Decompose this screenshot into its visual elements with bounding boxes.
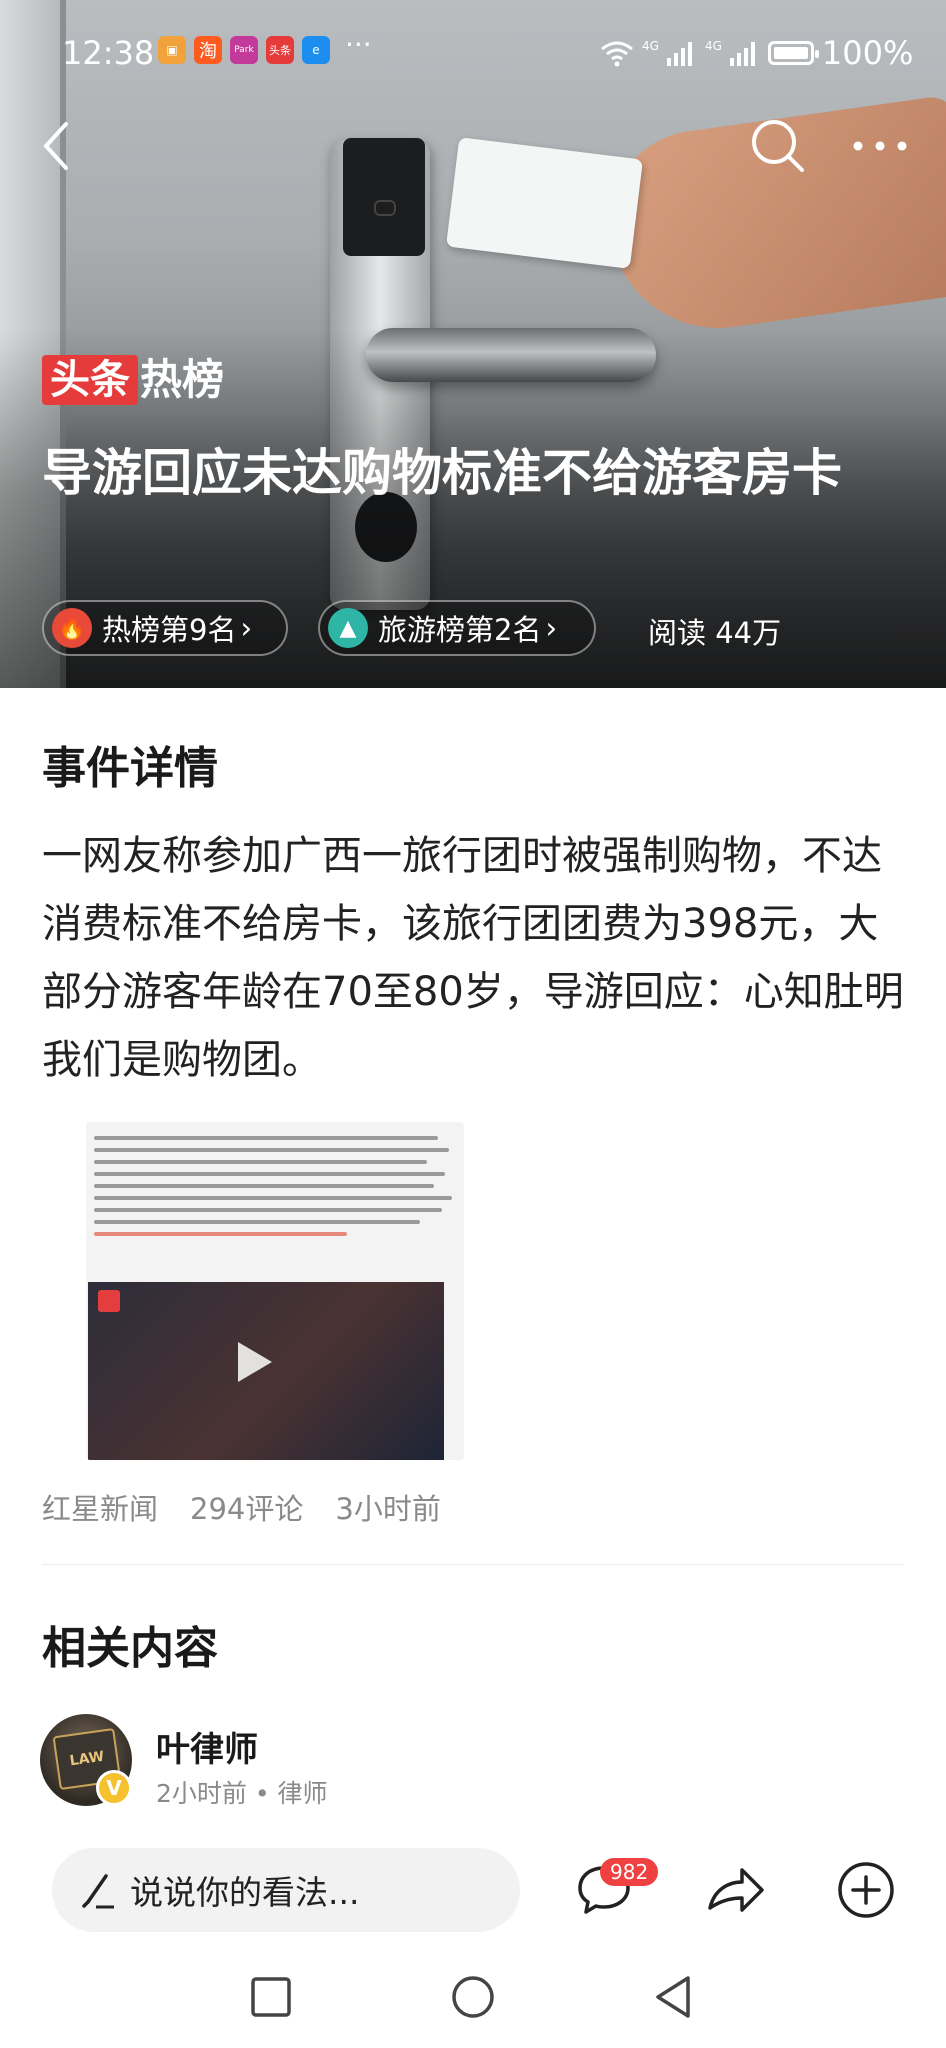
park-app-icon: Park (230, 36, 258, 64)
search-icon[interactable] (748, 116, 808, 176)
toutiao-app-icon: 头条 (266, 36, 294, 64)
thumbnail-article-text (86, 1122, 464, 1282)
comment-count-badge: 982 (600, 1858, 659, 1886)
hero-key-card (445, 137, 644, 269)
related-section-title: 相关内容 (42, 1623, 218, 1674)
comment-count[interactable]: 294评论 (190, 1486, 303, 1528)
read-count: 阅读 44万 (648, 616, 782, 650)
hot-rank-pill[interactable]: 🔥 热榜第9名 › (42, 600, 288, 656)
more-dots-icon[interactable] (852, 138, 908, 154)
hot-rank-label: 热榜第9名 (102, 613, 237, 647)
hero-lock-led (374, 200, 396, 216)
system-nav-bar (0, 1952, 946, 2048)
video-source-logo (98, 1290, 120, 1312)
browser-app-icon: e (302, 36, 330, 64)
details-text: 一网友称参加广西一旅行团时被强制购物，不达消费标准不给房卡，该旅行团团费为398… (42, 833, 904, 1083)
network-label-2: 4G (704, 39, 722, 53)
publish-time: 3小时前 (335, 1492, 441, 1526)
news-source[interactable]: 红星新闻 (42, 1486, 158, 1528)
signal-icon-1 (666, 42, 692, 66)
article-meta: 红星新闻 294评论 3小时前 (42, 1486, 441, 1528)
section-divider (42, 1564, 904, 1565)
details-section-title: 事件详情 (42, 743, 218, 794)
travel-rank-pill[interactable]: ▲ 旅游榜第2名 › (318, 600, 596, 656)
signal-icon-2 (729, 42, 755, 66)
hero-banner: 12:38 ▣ 淘 Park 头条 e ··· 4G 4G 100% 头条 热榜… (0, 0, 946, 688)
hero-title: 导游回应未达购物标准不给游客房卡 (42, 444, 842, 502)
taobao-app-icon: 淘 (194, 36, 222, 64)
wifi-icon (601, 41, 633, 67)
battery-percent: 100% (821, 34, 914, 72)
verified-badge-icon: V (96, 1770, 132, 1806)
flame-icon: 🔥 (52, 608, 92, 648)
author-meta: 2小时前 • 律师 (156, 1779, 328, 1808)
status-more-icon: ··· (345, 28, 372, 61)
hot-list-label: 热榜 (140, 355, 225, 404)
add-icon[interactable] (836, 1860, 896, 1920)
status-time: 12:38 (62, 34, 155, 72)
hero-lock-reader (343, 138, 425, 256)
recents-square-icon[interactable] (250, 1976, 292, 2018)
comment-input[interactable]: 说说你的看法... (52, 1848, 520, 1932)
notification-app-icon: ▣ (158, 36, 186, 64)
news-thumbnail[interactable] (86, 1122, 464, 1460)
back-chevron-icon[interactable] (36, 118, 76, 174)
play-icon[interactable] (238, 1342, 272, 1382)
toutiao-badge: 头条 (42, 355, 138, 405)
status-app-icons: ▣ 淘 Park 头条 e (158, 36, 330, 64)
comment-placeholder: 说说你的看法... (130, 1873, 360, 1912)
battery-icon (767, 41, 819, 65)
thumbnail-video[interactable] (88, 1282, 444, 1460)
status-right-group: 4G 4G 100% (600, 34, 913, 72)
pencil-icon (82, 1874, 114, 1909)
mountain-icon: ▲ (328, 608, 368, 648)
chevron-right-icon: › (240, 611, 253, 645)
chevron-right-icon: › (545, 611, 558, 645)
author-name[interactable]: 叶律师 (156, 1722, 258, 1771)
share-icon[interactable] (704, 1860, 768, 1920)
back-triangle-icon[interactable] (652, 1974, 694, 2020)
network-label-1: 4G (642, 39, 659, 53)
home-circle-icon[interactable] (450, 1974, 496, 2020)
travel-rank-label: 旅游榜第2名 (378, 613, 542, 647)
